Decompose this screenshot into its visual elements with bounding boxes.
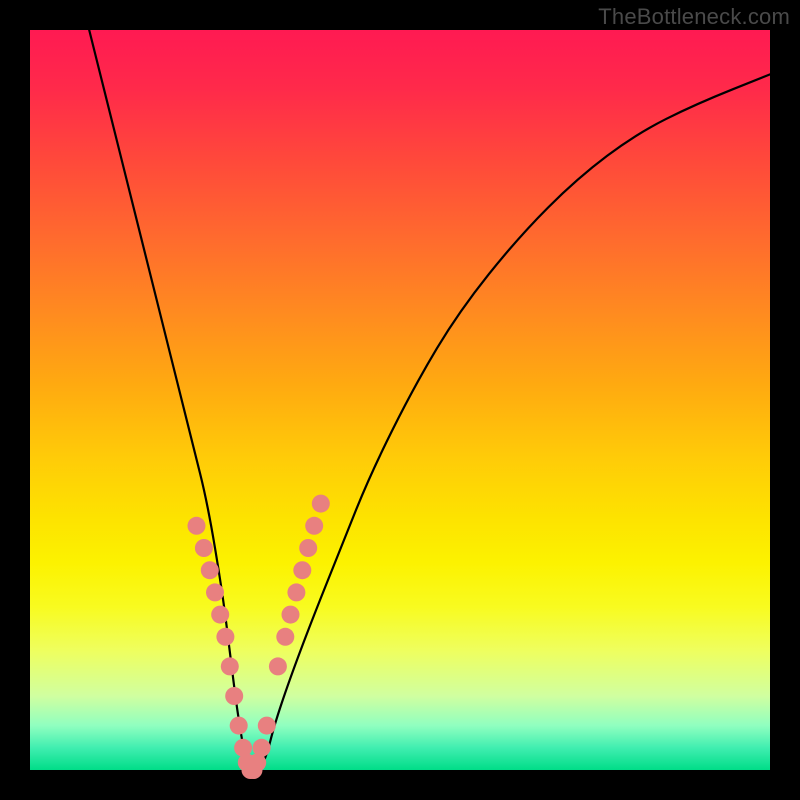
sample-point xyxy=(188,517,206,535)
sample-point xyxy=(195,539,213,557)
sample-point xyxy=(305,517,323,535)
sample-point xyxy=(282,606,300,624)
sample-point xyxy=(299,539,317,557)
plot-area xyxy=(30,30,770,770)
sample-point xyxy=(312,495,330,513)
sample-point xyxy=(211,606,229,624)
sample-point xyxy=(230,717,248,735)
sample-point xyxy=(201,561,219,579)
sample-point xyxy=(269,657,287,675)
sample-point xyxy=(216,628,234,646)
sample-point xyxy=(287,583,305,601)
sample-point xyxy=(225,687,243,705)
watermark-text: TheBottleneck.com xyxy=(598,4,790,30)
sample-point xyxy=(253,739,271,757)
chart-frame: TheBottleneck.com xyxy=(0,0,800,800)
sample-point xyxy=(221,657,239,675)
sample-point xyxy=(206,583,224,601)
sample-points xyxy=(188,495,330,779)
bottleneck-curve xyxy=(89,30,770,770)
sample-point xyxy=(293,561,311,579)
sample-point xyxy=(276,628,294,646)
sample-point xyxy=(258,717,276,735)
curve-layer xyxy=(30,30,770,770)
